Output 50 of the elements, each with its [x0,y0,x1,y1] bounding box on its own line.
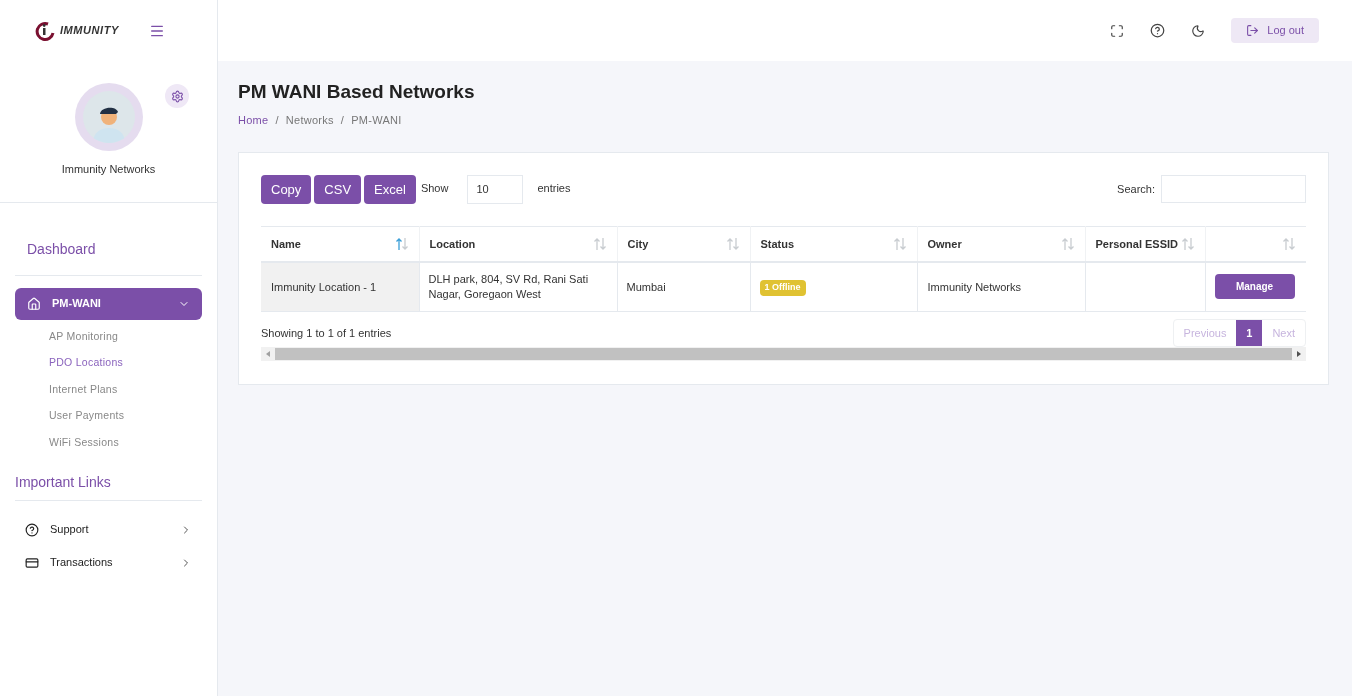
column-header[interactable]: City [627,235,649,252]
logout-icon [1246,24,1260,37]
help-icon [25,522,39,537]
page-title: PM WANI Based Networks [238,80,476,104]
submenu-item[interactable]: User Payments [15,403,202,430]
logo-icon [34,20,56,41]
sidebar-item[interactable]: Transactions [15,546,202,579]
breadcrumb-link[interactable]: Home [238,111,269,128]
dark-mode-icon[interactable] [1191,23,1206,38]
column-header[interactable]: Location [429,235,476,252]
breadcrumb-separator: / [340,112,345,128]
export-button[interactable]: Excel [364,175,416,204]
logout-button[interactable]: Log out [1231,18,1319,43]
search-field[interactable] [1161,175,1306,203]
breadcrumb-separator: / [275,112,279,128]
table-cell: Immunity Location - 1 [261,261,419,312]
entries-label: entries [537,180,571,196]
export-button[interactable]: CSV [314,175,362,204]
submenu-item[interactable]: AP Monitoring [15,323,202,350]
submenu-item[interactable]: Internet Plans [15,376,202,403]
horizontal-scrollbar[interactable] [261,347,1306,361]
status-badge: 1 Offline [759,280,806,296]
settings-button[interactable] [165,84,189,108]
card-icon [25,555,39,570]
column-header[interactable]: Name [271,235,301,252]
sidebar-item[interactable]: Support [15,513,202,546]
page-size-field[interactable]: 10 [467,175,524,204]
submenu-item[interactable]: WiFi Sessions [15,429,202,456]
logo: IMMUNITY [34,20,119,41]
sidebar-group[interactable]: PM-WANI [15,287,202,320]
export-button[interactable]: Copy [261,175,312,204]
help-icon[interactable] [1150,23,1166,38]
manage-button[interactable]: Manage [1214,274,1295,300]
section-title: Important Links [15,474,111,490]
table-cell: DLH park, 804, SV Rd, Rani Sati Nagar, Goregaon West [419,261,617,312]
table-cell: Immunity Networks [917,261,1085,312]
column-header[interactable]: Owner [927,235,962,252]
profile-name: Immunity Networks [61,162,156,177]
column-header[interactable]: Status [760,235,795,252]
entries-info: Showing 1 to 1 of 1 entries [261,325,392,341]
home-icon [27,296,41,311]
search-label: Search: [1117,181,1155,197]
fullscreen-icon[interactable] [1110,23,1125,38]
column-header[interactable]: Personal ESSID [1095,235,1179,252]
submenu-item[interactable]: PDO Locations [15,350,202,377]
show-label: Show [420,180,449,196]
section-title: Dashboard [27,240,96,257]
settings-icon [170,89,184,103]
table-cell: Mumbai [617,261,750,312]
page-button[interactable]: 1 [1236,320,1263,346]
